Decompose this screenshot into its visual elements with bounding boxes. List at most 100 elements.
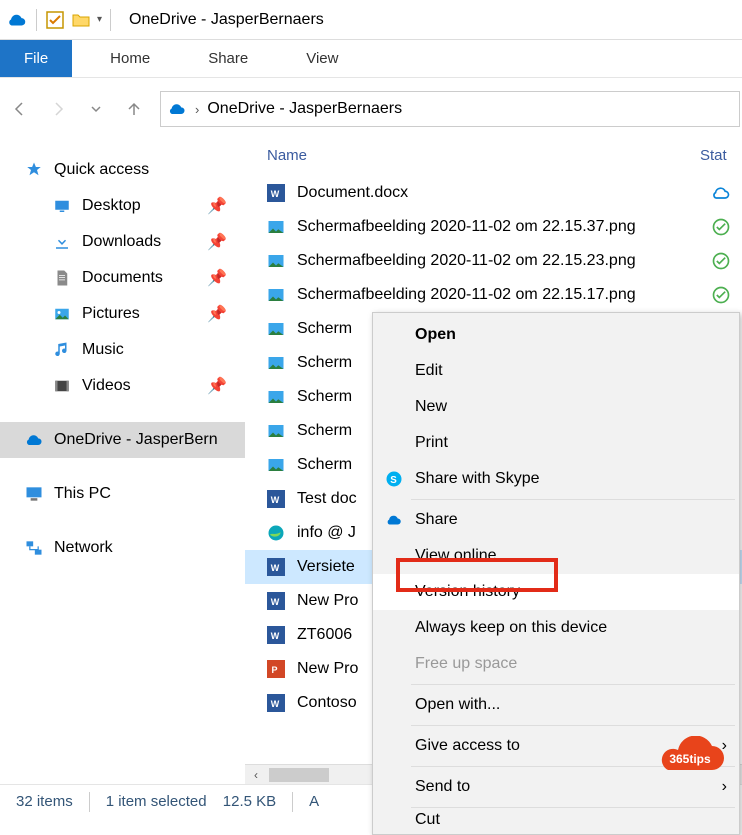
- image-icon: [267, 286, 285, 304]
- word-icon: W: [267, 490, 285, 508]
- status-synced-icon: [700, 217, 742, 237]
- ctx-open-with[interactable]: Open with...: [373, 687, 739, 723]
- word-icon: W: [267, 558, 285, 576]
- ctx-view-online[interactable]: View online: [373, 538, 739, 574]
- pictures-icon: [52, 304, 72, 324]
- separator: [36, 9, 37, 31]
- file-row[interactable]: W Document.docx: [245, 176, 742, 210]
- status-size: 12.5 KB: [223, 793, 276, 810]
- status-synced-icon: [700, 251, 742, 271]
- tab-file[interactable]: File: [0, 40, 72, 77]
- sidebar-item-label: Desktop: [82, 197, 141, 215]
- menu-divider: [411, 725, 735, 726]
- onedrive-icon: [383, 509, 405, 531]
- svg-text:S: S: [390, 475, 397, 486]
- breadcrumb-root[interactable]: OneDrive - JasperBernaers: [207, 100, 402, 118]
- svg-text:W: W: [271, 597, 280, 607]
- recent-dropdown[interactable]: [78, 91, 114, 127]
- sidebar-item-label: This PC: [54, 485, 111, 503]
- column-name[interactable]: Name: [267, 147, 700, 164]
- documents-icon: [52, 268, 72, 288]
- word-icon: W: [267, 694, 285, 712]
- ctx-share-skype[interactable]: S Share with Skype: [373, 461, 739, 497]
- file-row[interactable]: Schermafbeelding 2020-11-02 om 22.15.17.…: [245, 278, 742, 312]
- sidebar-desktop[interactable]: Desktop 📌: [0, 188, 245, 224]
- sidebar-item-label: Music: [82, 341, 124, 359]
- sidebar-network[interactable]: Network: [0, 530, 245, 566]
- sidebar-item-label: Network: [54, 539, 113, 557]
- ctx-print[interactable]: Print: [373, 425, 739, 461]
- chevron-right-icon: ›: [722, 778, 727, 796]
- checkbox-qat-icon[interactable]: [45, 10, 65, 30]
- sidebar-onedrive[interactable]: OneDrive - JasperBern: [0, 422, 245, 458]
- music-icon: [52, 340, 72, 360]
- separator: [292, 792, 293, 812]
- pin-icon: 📌: [207, 304, 227, 324]
- downloads-icon: [52, 232, 72, 252]
- image-icon: [267, 218, 285, 236]
- sidebar-documents[interactable]: Documents 📌: [0, 260, 245, 296]
- sidebar-item-label: Pictures: [82, 305, 140, 323]
- breadcrumb-chevron-icon[interactable]: ›: [195, 102, 199, 117]
- window-title: OneDrive - JasperBernaers: [123, 11, 324, 29]
- sidebar-music[interactable]: Music: [0, 332, 245, 368]
- tab-home[interactable]: Home: [90, 40, 170, 77]
- ctx-always-keep[interactable]: Always keep on this device: [373, 610, 739, 646]
- ctx-cut[interactable]: Cut: [373, 810, 739, 830]
- image-icon: [267, 388, 285, 406]
- ctx-version-history[interactable]: Version history: [373, 574, 739, 610]
- qat-dropdown-icon[interactable]: ▾: [97, 14, 102, 25]
- sidebar-item-label: Quick access: [54, 161, 149, 179]
- menu-divider: [411, 499, 735, 500]
- image-icon: [267, 354, 285, 372]
- word-icon: W: [267, 592, 285, 610]
- file-name: Document.docx: [297, 184, 688, 202]
- column-status[interactable]: Stat: [700, 147, 742, 164]
- title-bar: ▾ OneDrive - JasperBernaers: [0, 0, 742, 40]
- star-icon: [24, 160, 44, 180]
- file-row[interactable]: Schermafbeelding 2020-11-02 om 22.15.23.…: [245, 244, 742, 278]
- videos-icon: [52, 376, 72, 396]
- svg-text:W: W: [271, 699, 280, 709]
- pin-icon: 📌: [207, 268, 227, 288]
- ctx-share[interactable]: Share: [373, 502, 739, 538]
- image-icon: [267, 320, 285, 338]
- back-button[interactable]: [2, 91, 38, 127]
- sidebar-this-pc[interactable]: This PC: [0, 476, 245, 512]
- file-name: Schermafbeelding 2020-11-02 om 22.15.23.…: [297, 252, 688, 270]
- svg-text:W: W: [271, 495, 280, 505]
- image-icon: [267, 252, 285, 270]
- svg-text:365tips: 365tips: [669, 752, 711, 766]
- tab-view[interactable]: View: [286, 40, 358, 77]
- tab-share[interactable]: Share: [188, 40, 268, 77]
- svg-text:P: P: [272, 665, 278, 675]
- onedrive-app-icon: [6, 9, 28, 31]
- ctx-edit[interactable]: Edit: [373, 353, 739, 389]
- sidebar-item-label: OneDrive - JasperBern: [54, 431, 218, 449]
- file-row[interactable]: Schermafbeelding 2020-11-02 om 22.15.37.…: [245, 210, 742, 244]
- navigation-pane: Quick access Desktop 📌 Downloads 📌 Docum…: [0, 134, 245, 784]
- scroll-thumb[interactable]: [269, 768, 329, 782]
- sidebar-item-label: Videos: [82, 377, 131, 395]
- column-headers[interactable]: Name Stat: [245, 134, 742, 176]
- pin-icon: 📌: [207, 376, 227, 396]
- folder-qat-icon[interactable]: [71, 10, 91, 30]
- ctx-new[interactable]: New: [373, 389, 739, 425]
- status-cloud-icon: [700, 183, 742, 203]
- sidebar-pictures[interactable]: Pictures 📌: [0, 296, 245, 332]
- status-selected: 1 item selected: [106, 793, 207, 810]
- sidebar-videos[interactable]: Videos 📌: [0, 368, 245, 404]
- onedrive-icon: [167, 99, 187, 119]
- ctx-free-up: Free up space: [373, 646, 739, 682]
- scroll-left-icon[interactable]: ‹: [245, 768, 267, 782]
- pin-icon: 📌: [207, 196, 227, 216]
- sidebar-downloads[interactable]: Downloads 📌: [0, 224, 245, 260]
- up-button[interactable]: [116, 91, 152, 127]
- ctx-open[interactable]: Open: [373, 317, 739, 353]
- sidebar-item-label: Documents: [82, 269, 163, 287]
- svg-text:W: W: [271, 563, 280, 573]
- address-bar[interactable]: › OneDrive - JasperBernaers: [160, 91, 740, 127]
- image-icon: [267, 456, 285, 474]
- sidebar-quick-access[interactable]: Quick access: [0, 152, 245, 188]
- file-name: Schermafbeelding 2020-11-02 om 22.15.37.…: [297, 218, 688, 236]
